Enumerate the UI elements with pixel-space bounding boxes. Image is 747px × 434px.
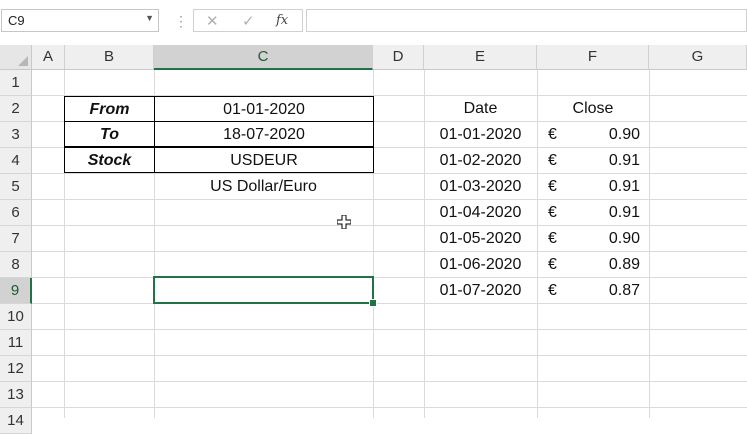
to-label-cell[interactable]: To [64, 121, 155, 147]
date-cell[interactable]: 01-05-2020 [424, 226, 537, 252]
more-options-icon[interactable]: ⋮ [174, 13, 188, 30]
stock-value-cell[interactable]: USDEUR [154, 147, 374, 173]
select-all-button[interactable] [0, 45, 32, 70]
close-header-cell[interactable]: Close [537, 96, 649, 122]
column-header-c[interactable]: C [154, 45, 373, 70]
chevron-down-icon[interactable]: ▼ [145, 13, 154, 23]
row-header-11[interactable]: 11 [0, 330, 32, 356]
from-value-cell[interactable]: 01-01-2020 [154, 96, 374, 122]
row-header-5[interactable]: 5 [0, 174, 32, 200]
close-cell[interactable]: 0.90 [560, 122, 640, 148]
column-header-b[interactable]: B [65, 45, 154, 70]
gridline [32, 407, 747, 408]
row-header-13[interactable]: 13 [0, 382, 32, 408]
cell-cursor-icon [337, 215, 351, 229]
date-cell[interactable]: 01-04-2020 [424, 200, 537, 226]
gridline [537, 70, 538, 418]
insert-function-icon[interactable]: fx [276, 13, 288, 28]
gridline [32, 381, 747, 382]
row-header-1[interactable]: 1 [0, 70, 32, 96]
name-box[interactable]: C9 ▼ [1, 9, 159, 32]
formula-input[interactable] [306, 9, 747, 32]
gridline [32, 355, 747, 356]
close-cell[interactable]: 0.91 [560, 148, 640, 174]
column-header-d[interactable]: D [373, 45, 424, 70]
row-header-3[interactable]: 3 [0, 122, 32, 148]
select-all-triangle-icon [18, 56, 28, 66]
row-header-12[interactable]: 12 [0, 356, 32, 382]
fill-handle[interactable] [369, 299, 377, 307]
date-cell[interactable]: 01-02-2020 [424, 148, 537, 174]
formula-buttons: ✕ ✓ fx [193, 9, 303, 32]
gridline [32, 329, 747, 330]
from-label-cell[interactable]: From [64, 96, 155, 122]
name-box-value: C9 [8, 13, 25, 28]
cancel-icon[interactable]: ✕ [206, 12, 219, 30]
gridline [649, 70, 650, 418]
close-cell[interactable]: 0.91 [560, 200, 640, 226]
enter-icon[interactable]: ✓ [242, 12, 255, 30]
row-header-10[interactable]: 10 [0, 304, 32, 330]
close-cell[interactable]: 0.90 [560, 226, 640, 252]
active-cell-c9[interactable] [153, 276, 374, 304]
date-cell[interactable]: 01-01-2020 [424, 122, 537, 148]
row-header-9[interactable]: 9 [0, 278, 32, 304]
date-cell[interactable]: 01-03-2020 [424, 174, 537, 200]
row-header-7[interactable]: 7 [0, 226, 32, 252]
stock-name-cell[interactable]: US Dollar/Euro [154, 174, 373, 200]
column-header-e[interactable]: E [424, 45, 537, 70]
formula-bar: C9 ▼ ⋮ ✕ ✓ fx [0, 0, 747, 46]
row-header-2[interactable]: 2 [0, 96, 32, 122]
stock-label-cell[interactable]: Stock [64, 147, 155, 173]
date-header-cell[interactable]: Date [424, 96, 537, 122]
column-header-g[interactable]: G [649, 45, 747, 70]
column-header-a[interactable]: A [32, 45, 65, 70]
close-cell[interactable]: 0.87 [560, 278, 640, 304]
date-cell[interactable]: 01-06-2020 [424, 252, 537, 278]
to-value-cell[interactable]: 18-07-2020 [154, 121, 374, 147]
column-header-f[interactable]: F [537, 45, 649, 70]
row-header-14[interactable]: 14 [0, 408, 32, 434]
close-cell[interactable]: 0.89 [560, 252, 640, 278]
date-cell[interactable]: 01-07-2020 [424, 278, 537, 304]
row-header-4[interactable]: 4 [0, 148, 32, 174]
row-header-8[interactable]: 8 [0, 252, 32, 278]
row-header-6[interactable]: 6 [0, 200, 32, 226]
close-cell[interactable]: 0.91 [560, 174, 640, 200]
